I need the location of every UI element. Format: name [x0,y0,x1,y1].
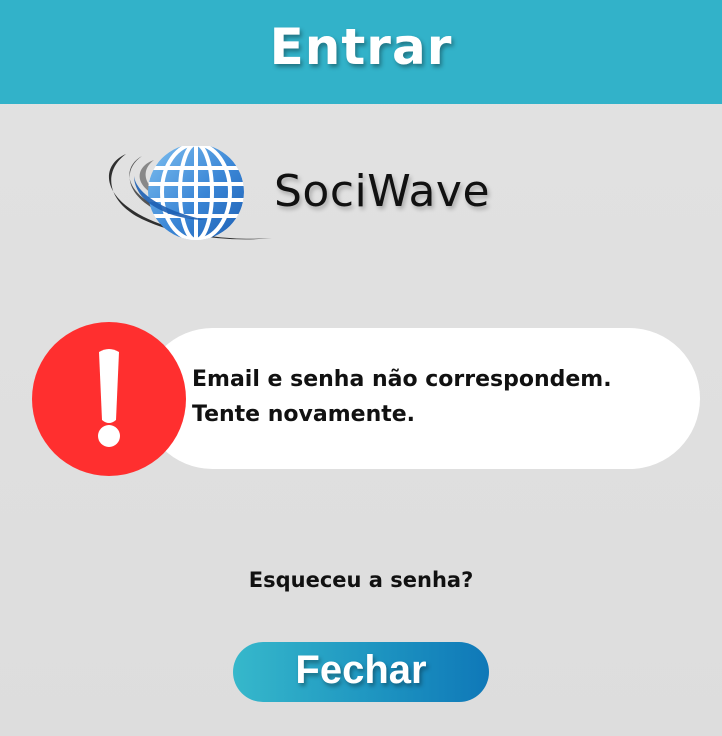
dialog-header: Entrar [0,0,722,104]
error-alert: Email e senha não correspondem. Tente no… [32,322,700,476]
globe-swoosh-icon [108,146,272,240]
exclamation-icon [32,322,186,476]
alert-message-line-1: Email e senha não correspondem. [192,367,612,392]
alert-message: Email e senha não correspondem. Tente no… [192,362,672,432]
close-button[interactable]: Fechar [233,642,489,702]
brand-logo: SociWave [96,146,516,246]
dialog-title: Entrar [269,18,453,76]
forgot-password-link[interactable]: Esqueceu a senha? [0,568,722,592]
login-error-dialog: Entrar SociWave Email e senha não corres… [0,0,722,736]
brand-name: SociWave [274,166,491,217]
alert-message-line-2: Tente novamente. [192,402,416,427]
close-button-label: Fechar [295,647,427,692]
